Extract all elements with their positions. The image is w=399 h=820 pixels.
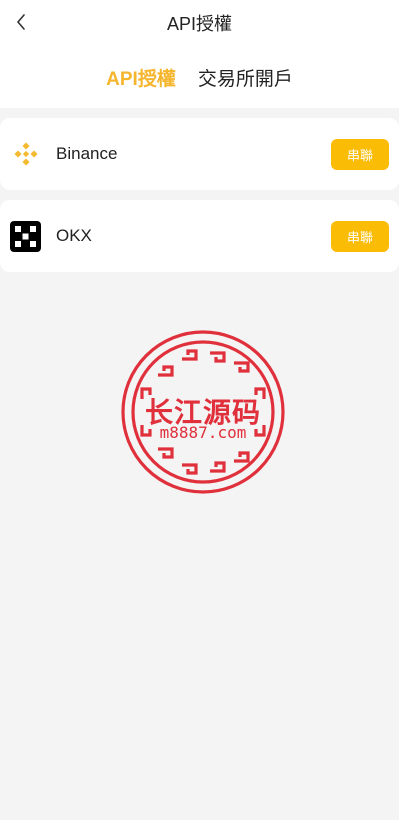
okx-logo-icon — [10, 220, 41, 252]
watermark-seal: 长江源码 m8887.com — [120, 329, 286, 495]
connect-button-okx[interactable]: 串聯 — [331, 220, 389, 252]
binance-logo-icon — [10, 139, 41, 170]
exchange-name: OKX — [56, 226, 92, 245]
nav-bar: API授權 — [0, 0, 399, 46]
back-button[interactable] — [10, 11, 32, 33]
page-title: API授權 — [166, 14, 232, 34]
exchange-card-okx: OKX 串聯 — [0, 200, 399, 272]
chevron-left-icon — [17, 14, 25, 30]
tab-exchange-account-opening[interactable]: 交易所開戶 — [198, 64, 293, 91]
watermark-url: m8887.com — [159, 423, 247, 442]
tab-api-authorization[interactable]: API授權 — [106, 64, 176, 91]
top-bar: API授權 API授權 交易所開戶 — [0, 0, 399, 108]
exchange-name: Binance — [56, 144, 118, 163]
tab-bar: API授權 交易所開戶 — [0, 46, 399, 91]
connect-button-binance[interactable]: 串聯 — [331, 138, 389, 170]
exchange-card-binance: Binance 串聯 — [0, 118, 399, 190]
